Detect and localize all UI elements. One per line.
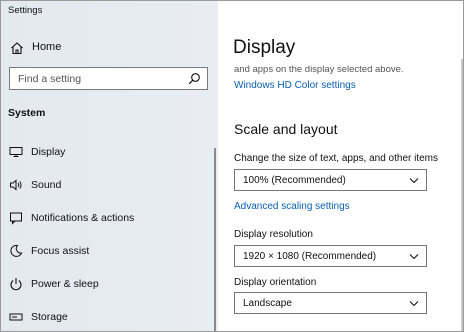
- sidebar-home-label: Home: [32, 41, 62, 53]
- resolution-label: Display resolution: [234, 229, 313, 240]
- speaker-icon: [10, 179, 22, 191]
- sidebar-item-focus-assist[interactable]: Focus assist: [1, 238, 207, 264]
- sidebar-item-notifications[interactable]: Notifications & actions: [1, 205, 207, 231]
- sidebar-item-power-sleep[interactable]: Power & sleep: [1, 271, 207, 297]
- resolution-dropdown-value: 1920 × 1080 (Recommended): [243, 251, 377, 262]
- page-title: Display: [233, 37, 296, 58]
- scale-dropdown-value: 100% (Recommended): [243, 175, 346, 186]
- search-input[interactable]: [10, 68, 185, 89]
- orientation-dropdown[interactable]: Landscape: [234, 292, 427, 314]
- notification-icon: [10, 212, 22, 225]
- windows-hd-color-settings-link[interactable]: Windows HD Color settings: [234, 80, 356, 91]
- scale-and-layout-heading: Scale and layout: [234, 121, 338, 137]
- search-icon[interactable]: [188, 72, 201, 85]
- power-icon: [10, 278, 22, 291]
- sidebar-item-label: Focus assist: [31, 245, 90, 257]
- sidebar-item-label: Display: [31, 146, 66, 158]
- sidebar-item-storage[interactable]: Storage: [1, 304, 207, 330]
- sidebar-item-display[interactable]: Display: [1, 139, 207, 165]
- orientation-dropdown-value: Landscape: [243, 298, 292, 309]
- sidebar-section-system: System: [8, 107, 46, 119]
- sidebar-scrollbar[interactable]: [214, 148, 216, 331]
- moon-icon: [10, 244, 23, 257]
- resolution-dropdown[interactable]: 1920 × 1080 (Recommended): [234, 245, 427, 267]
- main-scrollbar[interactable]: [461, 59, 463, 331]
- scale-dropdown[interactable]: 100% (Recommended): [234, 169, 427, 191]
- window-title: Settings: [8, 5, 43, 16]
- chevron-down-icon: [409, 178, 419, 184]
- chevron-down-icon: [409, 254, 419, 260]
- sidebar-item-sound[interactable]: Sound: [1, 172, 207, 198]
- main-content: Display and apps on the display selected…: [218, 1, 463, 331]
- orientation-label: Display orientation: [234, 277, 317, 288]
- settings-window: Settings Home System Display: [0, 0, 464, 332]
- sidebar-home[interactable]: Home: [1, 37, 218, 59]
- chevron-down-icon: [409, 301, 419, 307]
- sidebar: Settings Home System Display: [1, 1, 218, 331]
- search-box[interactable]: [9, 67, 208, 90]
- partial-description-text: and apps on the display selected above.: [234, 64, 404, 75]
- storage-icon: [9, 313, 23, 321]
- sidebar-item-label: Notifications & actions: [31, 212, 135, 224]
- monitor-icon: [9, 147, 23, 157]
- sidebar-item-label: Sound: [31, 179, 62, 191]
- sidebar-item-label: Power & sleep: [31, 278, 99, 290]
- home-icon: [11, 42, 23, 55]
- advanced-scaling-settings-link[interactable]: Advanced scaling settings: [234, 201, 350, 212]
- sidebar-item-label: Storage: [31, 311, 68, 323]
- scale-label: Change the size of text, apps, and other…: [234, 153, 439, 164]
